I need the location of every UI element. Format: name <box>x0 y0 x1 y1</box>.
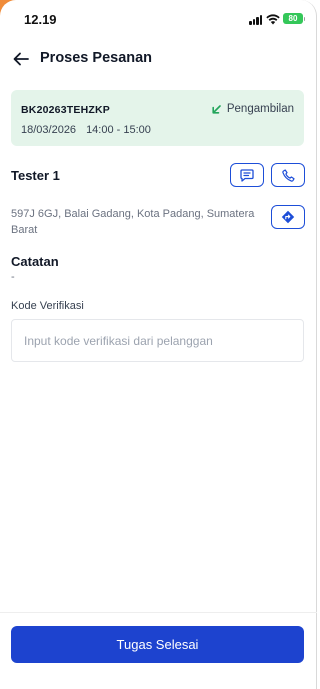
app-header: Proses Pesanan <box>0 44 317 74</box>
signal-icon <box>249 15 263 25</box>
verification-code-input[interactable] <box>11 319 304 362</box>
footer-divider <box>0 612 317 613</box>
battery-icon: 80 <box>283 13 305 24</box>
back-button[interactable] <box>10 48 32 70</box>
order-datetime: 18/03/2026 14:00 - 15:00 <box>21 124 151 136</box>
order-type-label: Pengambilan <box>226 103 294 115</box>
page-title: Proses Pesanan <box>40 50 153 66</box>
app-screen: 12.19 80 Proses Pesanan BK20263TEHZKP Pe… <box>0 0 317 689</box>
phone-icon <box>281 168 295 182</box>
order-code: BK20263TEHZKP <box>21 104 110 116</box>
customer-name: Tester 1 <box>11 168 60 183</box>
wifi-icon <box>266 14 280 25</box>
order-type-badge: Pengambilan <box>212 103 294 115</box>
order-card: BK20263TEHZKP Pengambilan 18/03/2026 14:0… <box>11 90 304 146</box>
navigate-button[interactable] <box>271 205 305 229</box>
status-time: 12.19 <box>24 12 57 27</box>
customer-address: 597J 6GJ, Balai Gadang, Kota Padang, Sum… <box>11 208 255 236</box>
complete-task-button[interactable]: Tugas Selesai <box>11 626 304 663</box>
notes-title: Catatan <box>11 254 59 269</box>
order-time-range: 14:00 - 15:00 <box>86 124 151 136</box>
status-bar: 12.19 80 <box>0 0 317 38</box>
chat-button[interactable] <box>230 163 264 187</box>
verification-code-label: Kode Verifikasi <box>11 300 84 312</box>
back-arrow-icon <box>13 52 29 66</box>
notes-value: - <box>11 271 15 283</box>
order-date: 18/03/2026 <box>21 124 77 136</box>
pickup-arrow-icon <box>212 104 221 114</box>
navigation-icon <box>281 210 295 224</box>
call-button[interactable] <box>271 163 305 187</box>
chat-icon <box>240 168 254 182</box>
